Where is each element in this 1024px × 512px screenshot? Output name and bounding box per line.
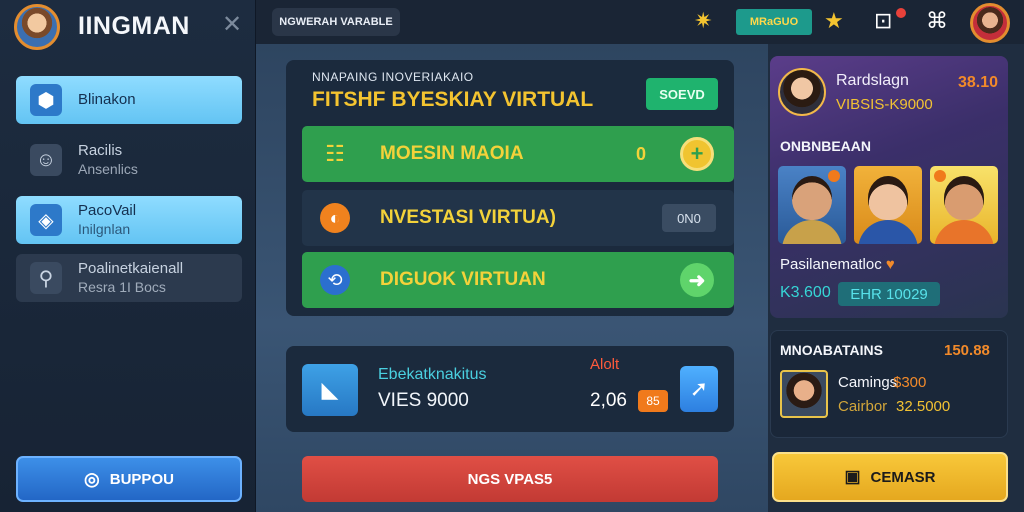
sidebar-item-sub: Resra 1I Bocs	[78, 279, 166, 295]
body-shape	[858, 220, 918, 244]
profile-value-1: K3.600	[780, 284, 831, 301]
quick-action-icon[interactable]: ➚	[680, 366, 718, 412]
row-label: NVESTASI VIRTUA)	[380, 207, 556, 228]
package-icon: ◈	[30, 204, 62, 236]
card-title: FITSHF BYESKIAY VIRTUAL	[312, 88, 594, 111]
top-chip[interactable]: NGWERAH VARABLE	[272, 8, 400, 36]
profile-avatar[interactable]	[778, 68, 826, 116]
sidebar-item-label: Racilis	[78, 142, 123, 159]
sidebar-item-blinakon[interactable]: ⬢ Blinakon	[16, 76, 242, 124]
app-title: IINGMAN	[78, 12, 190, 40]
sidebar-item-pacovail[interactable]: ◈ PacoVail Inilgnlan	[16, 196, 242, 244]
row-nvestasi-virtua[interactable]: ◐ NVESTASI VIRTUA) 0N0	[302, 190, 734, 246]
list-icon: ☷	[325, 141, 345, 166]
earnings-amount: 150.88	[944, 342, 990, 359]
lock-icon: ▣	[844, 467, 861, 486]
row-diguok-virtuan[interactable]: ⟲ DIGUOK VIRTUAN ➜	[302, 252, 734, 308]
earnings-line2-label: Cairbor	[838, 398, 888, 415]
rotate-icon: ⟲	[320, 265, 350, 295]
avatar-card-2[interactable]	[854, 166, 922, 244]
earnings-line2-value: 32.5000	[896, 398, 951, 415]
arrow-right-icon[interactable]: ➜	[680, 263, 714, 297]
earnings-line1-label: Camings	[838, 374, 898, 391]
section-title: ONBNBEAAN	[780, 138, 871, 154]
card-subtitle: NNAPAING INOVERIAKAIO	[312, 70, 474, 84]
person-icon: ☺	[30, 144, 62, 176]
sidebar-item-sub: Inilgnlan	[78, 221, 131, 237]
share-icon[interactable]: ⌘	[926, 8, 948, 34]
headset-icon: ◎	[84, 468, 100, 489]
stats-label: Ebekatknakitus	[378, 366, 487, 383]
stats-value: VIES 9000	[378, 390, 469, 411]
stats-number: 2,06	[590, 390, 627, 411]
avatar-card-3[interactable]	[930, 166, 998, 244]
sound-button[interactable]: SOEVD	[646, 78, 718, 110]
sidebar-item-label: Blinakon	[78, 91, 136, 108]
profile-avatar-icon[interactable]	[970, 3, 1010, 43]
row-value: 0N0	[662, 204, 716, 232]
sidebar-item-label: Poalinetkaienall	[78, 260, 184, 277]
sidebar-item-label: PacoVail	[78, 202, 137, 219]
profile-sub: VIBSIS-K9000	[836, 96, 933, 113]
bottom-action-button[interactable]: NGS VPAS5	[302, 456, 718, 502]
gold-action-label: CEMASR	[870, 468, 936, 486]
earnings-line1-value: $300	[893, 374, 927, 391]
badge-dot	[934, 170, 946, 182]
face-icon	[868, 176, 908, 220]
profile-name: Rardslagn	[836, 72, 909, 89]
badge-dot	[828, 170, 840, 182]
profile-amount: 38.10	[958, 74, 999, 91]
earnings-title: MNOABATAINS	[780, 342, 883, 358]
support-button[interactable]: ◎ BUPPOU	[16, 456, 242, 502]
profile-value-2: EHR 10029	[838, 282, 940, 306]
plus-icon[interactable]: +	[680, 137, 714, 171]
stats-chip: 85	[638, 390, 668, 412]
stats-alert: Alolt	[590, 356, 620, 373]
avatar-card-1[interactable]	[778, 166, 846, 244]
sidebar-item-racilis[interactable]: ☺ Racilis Ansenlics	[16, 136, 242, 184]
row-value: 0	[636, 143, 647, 164]
profile-tagline: Pasilanematloc ♥	[780, 256, 895, 273]
cart-icon[interactable]: ⊡	[874, 8, 892, 34]
star-burst-icon[interactable]: ✷	[694, 8, 712, 34]
user-avatar-icon[interactable]	[14, 4, 60, 50]
body-shape	[782, 220, 842, 244]
body-shape	[934, 220, 994, 244]
sidebar-item-sub: Ansenlics	[78, 161, 138, 177]
row-moesin-maoia[interactable]: ☷ MOESIN MAOIA 0 +	[302, 126, 734, 182]
face-icon	[792, 176, 832, 220]
face-icon	[944, 176, 984, 220]
gold-action-button[interactable]: ▣ CEMASR	[772, 452, 1008, 502]
row-label: DIGUOK VIRTUAN	[380, 269, 546, 290]
sidebar-item-poalinetkaienall[interactable]: ⚲ Poalinetkaienall Resra 1I Bocs	[16, 254, 242, 302]
tagline-text: Pasilanematloc	[780, 256, 882, 273]
tag-icon: ◣	[302, 364, 358, 416]
star-icon[interactable]: ★	[824, 8, 844, 34]
row-label: MOESIN MAOIA	[380, 143, 524, 164]
link-icon: ⚲	[30, 262, 62, 294]
close-icon[interactable]: ✕	[222, 10, 242, 39]
heart-icon: ♥	[885, 256, 895, 273]
top-badge[interactable]: MRaGUO	[736, 9, 812, 35]
earnings-avatar[interactable]	[780, 370, 828, 418]
orange-coin-icon: ◐	[320, 203, 350, 233]
box-icon: ⬢	[30, 84, 62, 116]
notification-dot	[896, 8, 906, 18]
support-label: BUPPOU	[109, 470, 174, 488]
